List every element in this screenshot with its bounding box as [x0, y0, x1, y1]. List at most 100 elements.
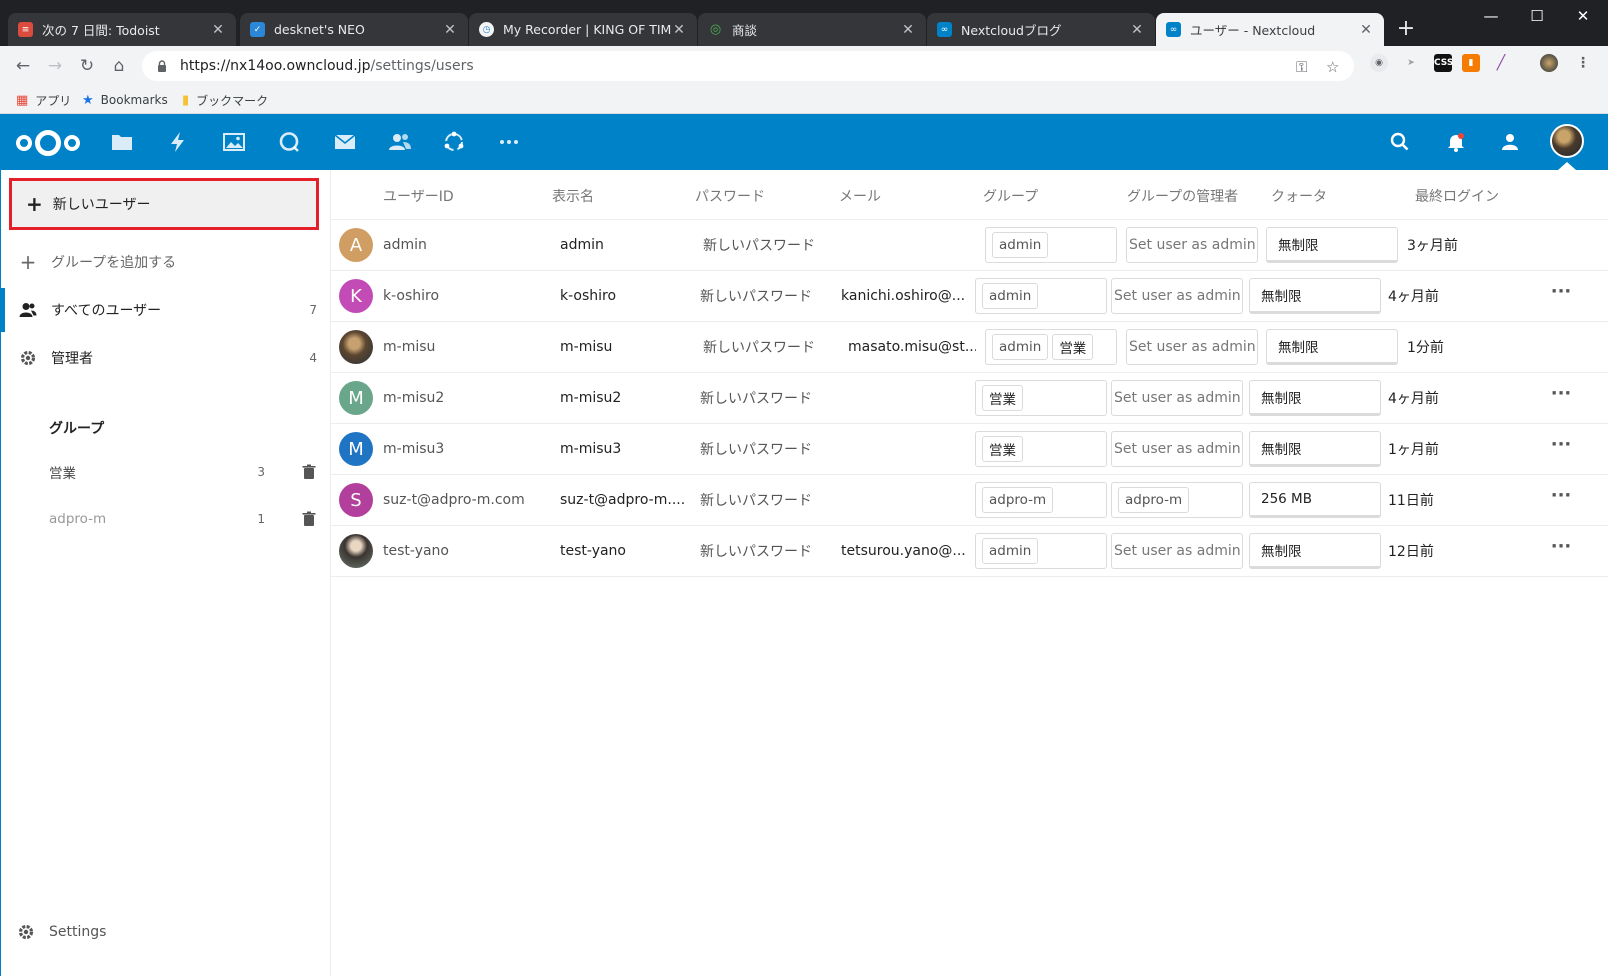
reload-icon[interactable]: ↻ — [76, 55, 98, 77]
quota-select[interactable]: 無制限 — [1266, 329, 1398, 365]
notifications-bell-icon[interactable] — [1444, 130, 1468, 154]
groups-select[interactable]: admin — [985, 227, 1117, 263]
browser-tab-desknets[interactable]: ✓ desknet's NEO ✕ — [240, 13, 468, 46]
gallery-image-icon[interactable] — [222, 130, 246, 154]
sidebar-settings[interactable]: Settings — [1, 910, 331, 954]
subadmin-select[interactable]: Set user as admin for — [1111, 533, 1243, 569]
groups-select[interactable]: admin — [975, 533, 1107, 569]
search-icon[interactable] — [1388, 130, 1412, 154]
forward-icon[interactable]: → — [44, 55, 66, 77]
more-options-icon[interactable]: ··· — [1549, 283, 1573, 307]
close-icon[interactable]: ✕ — [1358, 22, 1374, 38]
table-row[interactable]: m-misu m-misu 新しいパスワード masato.misu@st...… — [331, 322, 1608, 373]
more-apps-icon[interactable] — [497, 130, 521, 154]
display-name-field[interactable]: k-oshiro — [560, 271, 690, 321]
files-folder-icon[interactable] — [110, 130, 134, 154]
extension-circle-icon[interactable]: ◉ — [1370, 54, 1388, 72]
browser-tab-todoist[interactable]: ≡ 次の 7 日間: Todoist ✕ — [8, 13, 236, 46]
close-icon[interactable]: ✕ — [1129, 22, 1145, 38]
quota-select[interactable]: 無制限 — [1266, 227, 1398, 263]
bookmark-bookmarks[interactable]: ★ Bookmarks — [82, 91, 168, 109]
groups-select[interactable]: admin — [975, 278, 1107, 314]
quota-select[interactable]: 無制限 — [1249, 278, 1381, 314]
browser-tab-shodan[interactable]: ◎ 商談 ✕ — [698, 13, 926, 46]
window-close-icon[interactable]: ✕ — [1560, 4, 1606, 28]
nextcloud-logo-icon[interactable] — [14, 126, 82, 160]
contacts-menu-icon[interactable] — [1498, 130, 1522, 154]
groups-select[interactable]: 営業 — [975, 380, 1107, 416]
subadmin-select[interactable]: Set user as admin for — [1111, 278, 1243, 314]
sidebar-group-sales[interactable]: 営業 3 — [1, 452, 331, 492]
home-icon[interactable]: ⌂ — [108, 55, 130, 77]
password-field[interactable]: 新しいパスワード — [703, 220, 838, 270]
key-icon[interactable]: ⚿ — [1296, 58, 1307, 76]
subadmin-select[interactable]: Set user as admin for — [1111, 380, 1243, 416]
quota-select[interactable]: 256 MB — [1249, 482, 1381, 518]
groups-select[interactable]: 営業 — [975, 431, 1107, 467]
table-row[interactable]: test-yano test-yano 新しいパスワード tetsurou.ya… — [331, 526, 1608, 577]
circles-icon[interactable] — [442, 130, 466, 154]
address-bar[interactable]: https://nx14oo.owncloud.jp/settings/user… — [142, 51, 1354, 81]
bookmark-folder[interactable]: ▮ ブックマーク — [182, 91, 268, 109]
subadmin-select[interactable]: Set user as admin for — [1111, 431, 1243, 467]
new-user-button[interactable]: + 新しいユーザー — [9, 178, 319, 230]
close-icon[interactable]: ✕ — [900, 22, 916, 38]
minimize-icon[interactable]: — — [1468, 4, 1514, 28]
password-field[interactable]: 新しいパスワード — [700, 271, 835, 321]
quota-select[interactable]: 無制限 — [1249, 380, 1381, 416]
subadmin-select[interactable]: adpro-m — [1111, 482, 1243, 518]
password-field[interactable]: 新しいパスワード — [700, 373, 835, 423]
email-field[interactable]: tetsurou.yano@... — [841, 526, 969, 576]
display-name-field[interactable]: m-misu — [560, 322, 690, 372]
sidebar-item-admins[interactable]: 管理者 4 — [1, 336, 331, 380]
extension-pen-icon[interactable]: ╱ — [1492, 54, 1510, 72]
browser-tab-nextcloud-users[interactable]: ∞ ユーザー - Nextcloud ✕ — [1156, 13, 1384, 46]
talk-chat-icon[interactable] — [277, 130, 301, 154]
email-field[interactable]: kanichi.oshiro@... — [841, 271, 969, 321]
table-row[interactable]: M m-misu3 m-misu3 新しいパスワード 営業 Set user a… — [331, 424, 1608, 475]
password-field[interactable]: 新しいパスワード — [703, 322, 838, 372]
star-icon[interactable]: ☆ — [1326, 58, 1339, 76]
sidebar-group-adpro[interactable]: adpro-m 1 — [1, 499, 331, 539]
extension-arrow-icon[interactable]: ➤ — [1402, 54, 1420, 72]
user-avatar[interactable] — [1550, 124, 1584, 158]
groups-select[interactable]: adpro-m — [975, 482, 1107, 518]
trash-icon[interactable] — [301, 464, 317, 480]
password-field[interactable]: 新しいパスワード — [700, 475, 835, 525]
table-row[interactable]: K k-oshiro k-oshiro 新しいパスワード kanichi.osh… — [331, 271, 1608, 322]
more-options-icon[interactable]: ··· — [1549, 385, 1573, 409]
sidebar-item-all-users[interactable]: すべてのユーザー 7 — [1, 288, 331, 332]
display-name-field[interactable]: m-misu2 — [560, 373, 690, 423]
more-options-icon[interactable]: ··· — [1549, 436, 1573, 460]
contacts-icon[interactable] — [388, 130, 412, 154]
password-field[interactable]: 新しいパスワード — [700, 526, 835, 576]
groups-select[interactable]: admin 営業 — [985, 329, 1117, 365]
extension-orange-icon[interactable]: ▮ — [1462, 54, 1480, 72]
new-tab-button[interactable]: + — [1392, 16, 1420, 44]
mail-icon[interactable] — [333, 130, 357, 154]
bookmark-apps[interactable]: ▦ アプリ — [16, 91, 71, 109]
password-field[interactable]: 新しいパスワード — [700, 424, 835, 474]
back-icon[interactable]: ← — [12, 55, 34, 77]
display-name-field[interactable]: admin — [560, 220, 690, 270]
quota-select[interactable]: 無制限 — [1249, 431, 1381, 467]
close-icon[interactable]: ✕ — [442, 22, 458, 38]
maximize-icon[interactable]: ☐ — [1514, 4, 1560, 28]
more-options-icon[interactable]: ··· — [1549, 487, 1573, 511]
close-icon[interactable]: ✕ — [671, 22, 687, 38]
table-row[interactable]: A admin admin 新しいパスワード admin Set user as… — [331, 220, 1608, 271]
trash-icon[interactable] — [301, 511, 317, 527]
display-name-field[interactable]: test-yano — [560, 526, 690, 576]
subadmin-select[interactable]: Set user as admin for — [1126, 329, 1258, 365]
quota-select[interactable]: 無制限 — [1249, 533, 1381, 569]
display-name-field[interactable]: m-misu3 — [560, 424, 690, 474]
table-row[interactable]: S suz-t@adpro-m.com suz-t@adpro-m.... 新し… — [331, 475, 1608, 526]
browser-tab-nextcloud-blog[interactable]: ∞ Nextcloudブログ ✕ — [927, 13, 1155, 46]
profile-icon[interactable] — [1540, 54, 1558, 72]
display-name-field[interactable]: suz-t@adpro-m.... — [560, 475, 696, 525]
email-field[interactable]: masato.misu@st... — [848, 322, 976, 372]
more-options-icon[interactable]: ··· — [1549, 538, 1573, 562]
activity-lightning-icon[interactable] — [166, 130, 190, 154]
menu-kebab-icon[interactable]: ⋮ — [1574, 54, 1592, 72]
close-icon[interactable]: ✕ — [210, 22, 226, 38]
